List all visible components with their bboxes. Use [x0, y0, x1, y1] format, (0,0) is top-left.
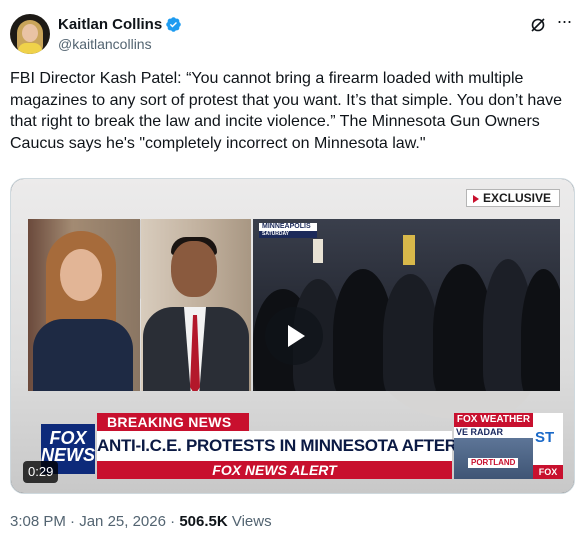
meta-separator: · [70, 513, 80, 530]
views-label-text: Views [231, 513, 272, 530]
location-tag: MINNEAPOLIS SATURDAY [259, 223, 317, 239]
fox-news-alert-label: FOX NEWS ALERT [97, 461, 452, 479]
side-panel-fox: FOX [533, 465, 563, 479]
avatar-shirt [18, 43, 42, 54]
grok-icon[interactable] [530, 17, 546, 33]
weather-city: PORTLAND [468, 458, 519, 468]
display-name[interactable]: Kaitlan Collins [58, 16, 162, 33]
chyron-headline: ANTI-I.C.E. PROTESTS IN MINNESOTA AFTER … [97, 431, 550, 461]
weather-radar-label: VE RADAR [454, 427, 533, 438]
views-label: Views [232, 513, 272, 530]
tweet-meta: 3:08 PM · Jan 25, 2026 · 506.5K Views [10, 513, 272, 530]
avatar-face [22, 24, 38, 42]
protest-sign [403, 235, 415, 265]
breaking-news-label: BREAKING NEWS [97, 413, 249, 431]
post-date[interactable]: Jan 25, 2026 [79, 513, 166, 530]
fox-weather-box: FOX WEATHER VE RADAR PORTLAND [454, 413, 533, 479]
video-panel-crowd: MINNEAPOLIS SATURDAY [253, 219, 560, 391]
avatar[interactable] [10, 14, 50, 54]
location-day: SATURDAY [259, 231, 317, 238]
person-body [33, 319, 133, 391]
tweet-text: FBI Director Kash Patel: “You cannot bri… [10, 70, 563, 152]
video-panel-left [28, 219, 140, 391]
name-row: Kaitlan Collins [58, 14, 182, 34]
exclusive-badge: EXCLUSIVE [465, 189, 560, 207]
handle[interactable]: @kaitlancollins [58, 36, 152, 52]
crowd-figure [521, 269, 560, 391]
video-duration: 0:29 [23, 461, 59, 483]
meta-separator: · [170, 513, 180, 530]
more-icon[interactable]: ··· [554, 12, 574, 34]
play-icon[interactable] [265, 307, 323, 365]
video-player[interactable]: MINNEAPOLIS SATURDAY EXCLUSIVE FOX NEWS … [10, 178, 575, 494]
post-time[interactable]: 3:08 PM [10, 513, 66, 530]
crowd-figure [383, 274, 438, 391]
verified-badge-icon [166, 16, 181, 32]
location-name: MINNEAPOLIS [259, 223, 317, 231]
weather-title: FOX WEATHER [454, 413, 533, 427]
video-panel-middle [141, 219, 251, 391]
view-count: 506.5K [179, 513, 228, 530]
tweet-header: Kaitlan Collins @kaitlancollins ··· [10, 12, 578, 56]
person-face [171, 241, 217, 297]
protest-sign [313, 239, 323, 263]
side-panel-text: ST [535, 429, 555, 446]
person-face [60, 249, 102, 301]
